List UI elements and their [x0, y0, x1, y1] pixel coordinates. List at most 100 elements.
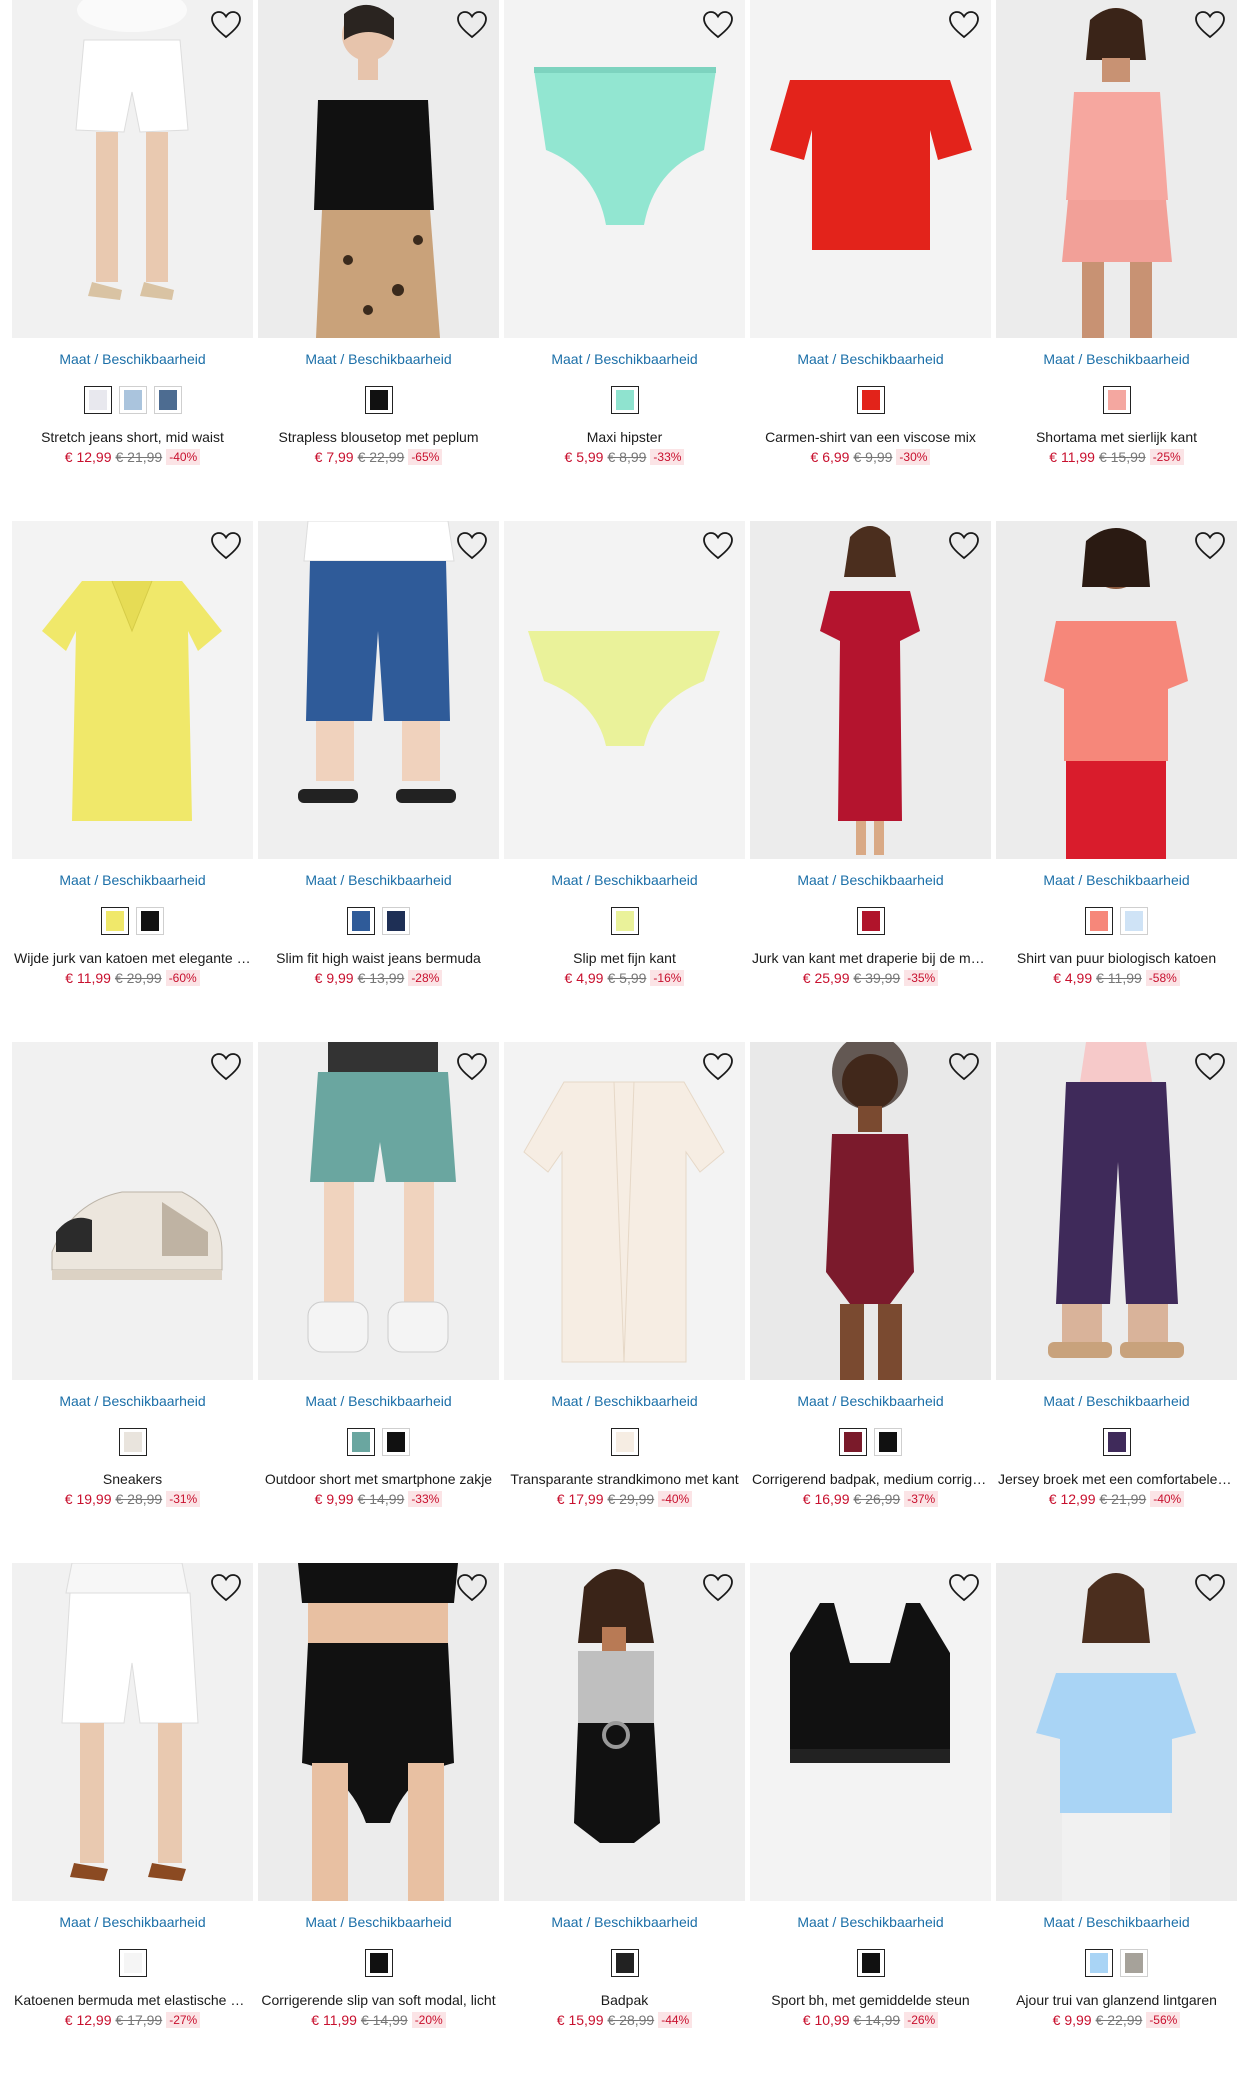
product-image[interactable]	[750, 521, 991, 859]
product-title[interactable]: Transparante strandkimono met kant	[504, 1470, 745, 1488]
size-availability-link[interactable]: Maat / Beschikbaarheid	[258, 1913, 499, 1931]
product-card[interactable]: Maat / Beschikbaarheid Katoenen bermuda …	[12, 1563, 253, 2084]
product-card[interactable]: Maat / Beschikbaarheid Carmen-shirt van …	[750, 0, 991, 521]
product-title[interactable]: Maxi hipster	[504, 428, 745, 446]
product-image[interactable]	[996, 1563, 1237, 1901]
product-title[interactable]: Stretch jeans short, mid waist	[12, 428, 253, 446]
color-swatch[interactable]	[856, 907, 885, 935]
product-image[interactable]	[258, 1563, 499, 1901]
color-swatch[interactable]	[839, 1428, 867, 1456]
size-availability-link[interactable]: Maat / Beschikbaarheid	[996, 871, 1237, 889]
product-title[interactable]: Carmen-shirt van een viscose mix	[750, 428, 991, 446]
wishlist-heart-icon[interactable]	[209, 9, 243, 41]
color-swatch[interactable]	[83, 386, 112, 414]
product-card[interactable]: Maat / Beschikbaarheid Transparante stra…	[504, 1042, 745, 1563]
wishlist-heart-icon[interactable]	[1193, 530, 1227, 562]
product-card[interactable]: Maat / Beschikbaarheid Maxi hipster € 5,…	[504, 0, 745, 521]
product-card[interactable]: Maat / Beschikbaarheid Slip met fijn kan…	[504, 521, 745, 1042]
product-title[interactable]: Wijde jurk van katoen met elegante kraag	[12, 949, 253, 967]
wishlist-heart-icon[interactable]	[209, 1572, 243, 1604]
wishlist-heart-icon[interactable]	[209, 530, 243, 562]
color-swatch[interactable]	[118, 1428, 147, 1456]
product-card[interactable]: Maat / Beschikbaarheid Jersey broek met …	[996, 1042, 1237, 1563]
product-title[interactable]: Sneakers	[12, 1470, 253, 1488]
product-image[interactable]	[12, 521, 253, 859]
size-availability-link[interactable]: Maat / Beschikbaarheid	[258, 350, 499, 368]
wishlist-heart-icon[interactable]	[1193, 1051, 1227, 1083]
product-image[interactable]	[12, 0, 253, 338]
product-title[interactable]: Slip met fijn kant	[504, 949, 745, 967]
wishlist-heart-icon[interactable]	[1193, 1572, 1227, 1604]
product-title[interactable]: Corrigerend badpak, medium corrigerend	[750, 1470, 991, 1488]
product-card[interactable]: Maat / Beschikbaarheid Jurk van kant met…	[750, 521, 991, 1042]
color-swatch[interactable]	[364, 1949, 393, 1977]
size-availability-link[interactable]: Maat / Beschikbaarheid	[750, 871, 991, 889]
wishlist-heart-icon[interactable]	[947, 1051, 981, 1083]
size-availability-link[interactable]: Maat / Beschikbaarheid	[504, 871, 745, 889]
product-image[interactable]	[504, 1563, 745, 1901]
color-swatch[interactable]	[610, 386, 639, 414]
color-swatch[interactable]	[610, 1428, 639, 1456]
size-availability-link[interactable]: Maat / Beschikbaarheid	[12, 1392, 253, 1410]
product-card[interactable]: Maat / Beschikbaarheid Stretch jeans sho…	[12, 0, 253, 521]
product-title[interactable]: Sport bh, met gemiddelde steun	[750, 1991, 991, 2009]
product-image[interactable]	[258, 521, 499, 859]
product-title[interactable]: Jersey broek met een comfortabele band	[996, 1470, 1237, 1488]
color-swatch[interactable]	[153, 386, 182, 414]
wishlist-heart-icon[interactable]	[701, 9, 735, 41]
product-image[interactable]	[996, 0, 1237, 338]
product-card[interactable]: Maat / Beschikbaarheid Badpak € 15,99 € …	[504, 1563, 745, 2084]
product-title[interactable]: Corrigerende slip van soft modal, licht	[258, 1991, 499, 2009]
color-swatch[interactable]	[1085, 907, 1113, 935]
product-title[interactable]: Katoenen bermuda met elastische band	[12, 1991, 253, 2009]
color-swatch[interactable]	[347, 1428, 375, 1456]
size-availability-link[interactable]: Maat / Beschikbaarheid	[504, 1913, 745, 1931]
color-swatch[interactable]	[382, 1428, 410, 1456]
color-swatch[interactable]	[1102, 1428, 1131, 1456]
color-swatch[interactable]	[610, 907, 639, 935]
color-swatch[interactable]	[382, 907, 410, 935]
size-availability-link[interactable]: Maat / Beschikbaarheid	[504, 1392, 745, 1410]
color-swatch[interactable]	[874, 1428, 902, 1456]
product-image[interactable]	[258, 0, 499, 338]
product-title[interactable]: Slim fit high waist jeans bermuda	[258, 949, 499, 967]
color-swatch[interactable]	[101, 907, 129, 935]
size-availability-link[interactable]: Maat / Beschikbaarheid	[12, 350, 253, 368]
product-image[interactable]	[12, 1563, 253, 1901]
wishlist-heart-icon[interactable]	[455, 9, 489, 41]
product-image[interactable]	[996, 1042, 1237, 1380]
size-availability-link[interactable]: Maat / Beschikbaarheid	[504, 350, 745, 368]
color-swatch[interactable]	[118, 1949, 147, 1977]
product-card[interactable]: Maat / Beschikbaarheid Corrigerende slip…	[258, 1563, 499, 2084]
color-swatch[interactable]	[1120, 907, 1148, 935]
product-title[interactable]: Shortama met sierlijk kant	[996, 428, 1237, 446]
size-availability-link[interactable]: Maat / Beschikbaarheid	[12, 871, 253, 889]
color-swatch[interactable]	[1085, 1949, 1113, 1977]
wishlist-heart-icon[interactable]	[701, 530, 735, 562]
color-swatch[interactable]	[1102, 386, 1131, 414]
product-title[interactable]: Badpak	[504, 1991, 745, 2009]
product-image[interactable]	[504, 521, 745, 859]
product-card[interactable]: Maat / Beschikbaarheid Sport bh, met gem…	[750, 1563, 991, 2084]
product-card[interactable]: Maat / Beschikbaarheid Ajour trui van gl…	[996, 1563, 1237, 2084]
product-image[interactable]	[504, 1042, 745, 1380]
product-card[interactable]: Maat / Beschikbaarheid Slim fit high wai…	[258, 521, 499, 1042]
color-swatch[interactable]	[136, 907, 164, 935]
product-image[interactable]	[750, 1563, 991, 1901]
product-title[interactable]: Ajour trui van glanzend lintgaren	[996, 1991, 1237, 2009]
product-image[interactable]	[750, 0, 991, 338]
size-availability-link[interactable]: Maat / Beschikbaarheid	[996, 1913, 1237, 1931]
product-card[interactable]: Maat / Beschikbaarheid Corrigerend badpa…	[750, 1042, 991, 1563]
wishlist-heart-icon[interactable]	[701, 1572, 735, 1604]
color-swatch[interactable]	[347, 907, 375, 935]
size-availability-link[interactable]: Maat / Beschikbaarheid	[12, 1913, 253, 1931]
size-availability-link[interactable]: Maat / Beschikbaarheid	[996, 1392, 1237, 1410]
size-availability-link[interactable]: Maat / Beschikbaarheid	[750, 1392, 991, 1410]
product-title[interactable]: Outdoor short met smartphone zakje	[258, 1470, 499, 1488]
color-swatch[interactable]	[856, 386, 885, 414]
product-image[interactable]	[750, 1042, 991, 1380]
wishlist-heart-icon[interactable]	[947, 530, 981, 562]
product-title[interactable]: Jurk van kant met draperie bij de mouwen	[750, 949, 991, 967]
wishlist-heart-icon[interactable]	[209, 1051, 243, 1083]
size-availability-link[interactable]: Maat / Beschikbaarheid	[750, 350, 991, 368]
